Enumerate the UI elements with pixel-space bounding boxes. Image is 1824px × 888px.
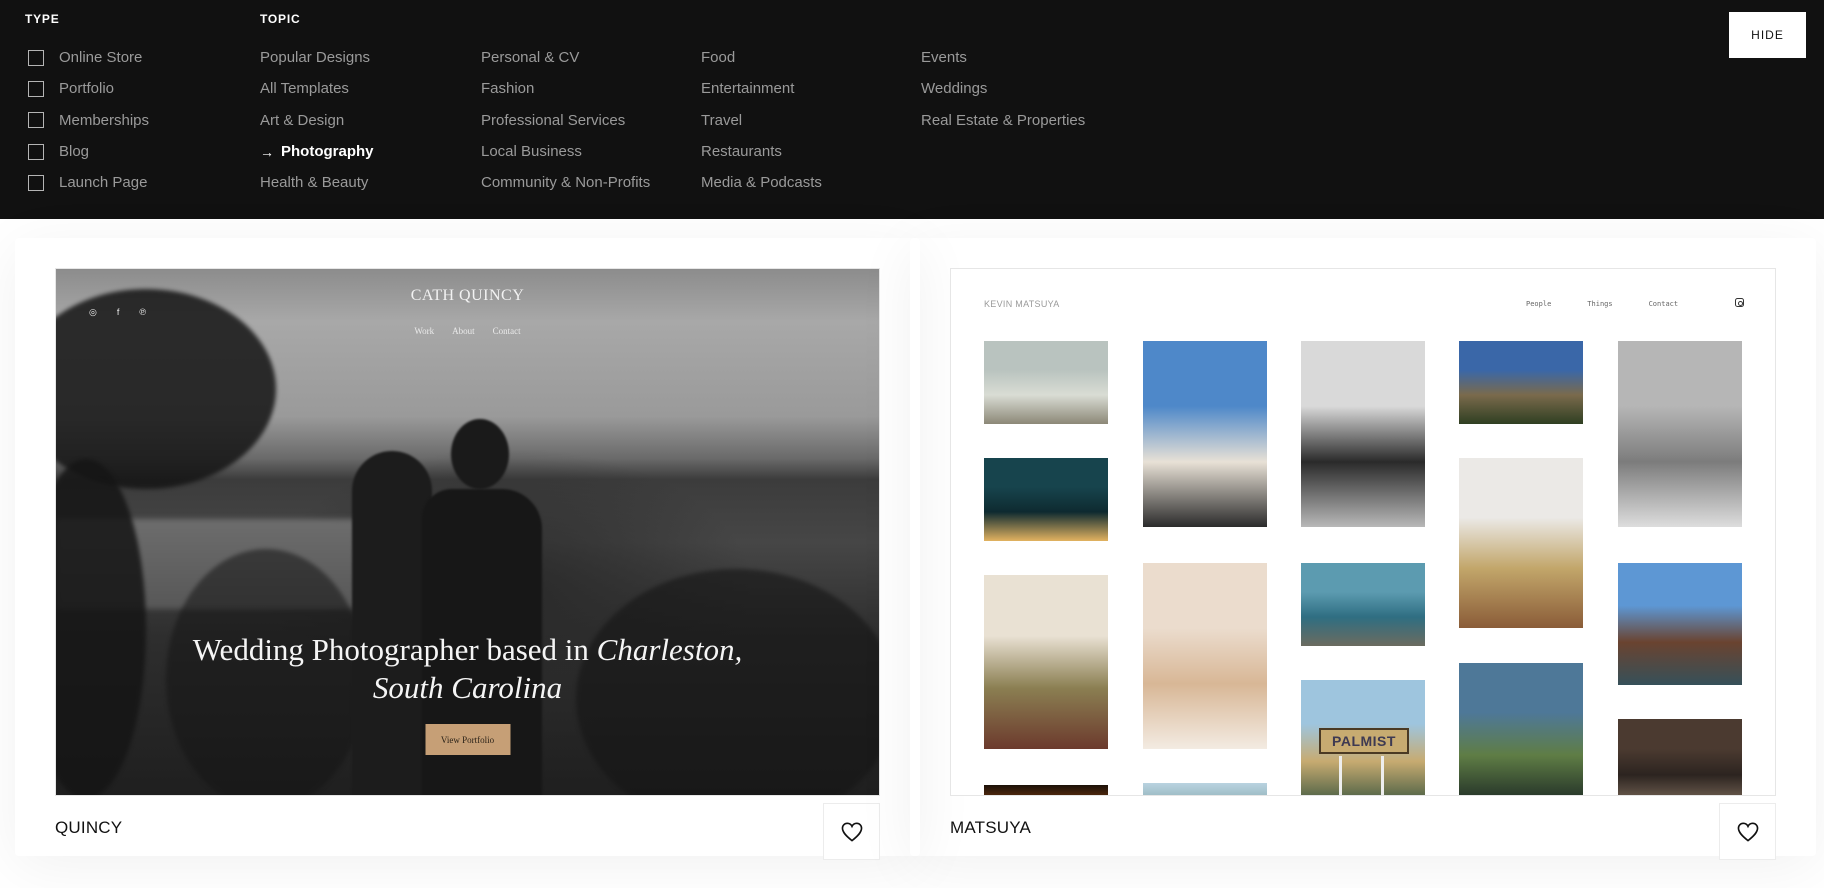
favorite-button[interactable] — [823, 803, 880, 860]
gallery-photo[interactable] — [1301, 563, 1425, 646]
topic-art-design[interactable]: Art & Design — [260, 105, 374, 136]
topic-all-templates[interactable]: All Templates — [260, 73, 374, 104]
template-preview-quincy[interactable]: ◎ f ℗ CATH QUINCY Work About Contact Wed… — [55, 268, 880, 796]
template-card-quincy: ◎ f ℗ CATH QUINCY Work About Contact Wed… — [55, 268, 880, 860]
gallery-photo[interactable] — [984, 341, 1108, 424]
gallery-photo[interactable] — [1618, 719, 1742, 795]
gallery-photo[interactable] — [1143, 783, 1267, 795]
topic-photography[interactable]: → Photography — [260, 136, 374, 167]
topic-column-1: Popular Designs All Templates Art & Desi… — [260, 42, 374, 198]
topic-professional-services[interactable]: Professional Services — [481, 105, 650, 136]
topic-local-business[interactable]: Local Business — [481, 136, 650, 167]
headline-italic: South Carolina — [372, 670, 563, 705]
nav-contact[interactable]: Contact — [493, 326, 521, 336]
gallery-photo[interactable]: PALMIST — [1301, 680, 1425, 795]
checkbox[interactable] — [28, 49, 44, 66]
template-name[interactable]: MATSUYA — [950, 818, 1031, 838]
favorite-button[interactable] — [1719, 803, 1776, 860]
checkbox[interactable] — [28, 174, 44, 191]
checkbox[interactable] — [28, 112, 44, 129]
hide-filters-button[interactable]: HIDE — [1729, 12, 1806, 58]
man-head-silhouette — [451, 419, 509, 489]
topic-weddings[interactable]: Weddings — [921, 73, 1085, 104]
topic-personal-cv[interactable]: Personal & CV — [481, 42, 650, 73]
nav-about[interactable]: About — [452, 326, 475, 336]
sign-pole — [1381, 756, 1384, 795]
site-nav: Work About Contact — [56, 326, 879, 336]
gallery-photo[interactable] — [984, 458, 1108, 541]
instagram-icon[interactable]: ◎ — [89, 307, 97, 318]
checkbox[interactable] — [28, 80, 44, 97]
type-option-label: Blog — [59, 143, 90, 161]
sign-pole — [1339, 756, 1342, 795]
template-preview-matsuya[interactable]: KEVIN MATSUYA People Things Contact PALM… — [950, 268, 1776, 796]
nav-people[interactable]: People — [1526, 300, 1551, 308]
gallery-photo[interactable] — [984, 575, 1108, 749]
topic-column-2: Personal & CV Fashion Professional Servi… — [481, 42, 650, 198]
topic-health-beauty[interactable]: Health & Beauty — [260, 167, 374, 198]
facebook-icon[interactable]: f — [117, 307, 120, 318]
gallery-photo[interactable] — [1459, 458, 1583, 628]
instagram-icon[interactable] — [1735, 298, 1744, 307]
template-filter-panel: TYPE TOPIC Online Store Portfolio Member… — [0, 0, 1824, 219]
headline-text: Wedding Photographer based in — [192, 632, 597, 667]
topic-column-3: Food Entertainment Travel Restaurants Me… — [701, 42, 822, 198]
type-option-online-store[interactable]: Online Store — [28, 42, 149, 73]
topic-entertainment[interactable]: Entertainment — [701, 73, 822, 104]
gallery-photo[interactable] — [1143, 563, 1267, 749]
gallery-photo[interactable] — [1618, 563, 1742, 685]
hero-headline: Wedding Photographer based in Charleston… — [56, 631, 879, 707]
view-portfolio-button[interactable]: View Portfolio — [425, 724, 510, 755]
site-brand: CATH QUINCY — [410, 287, 525, 304]
heart-icon — [841, 822, 862, 842]
type-option-label: Memberships — [59, 111, 150, 129]
topic-food[interactable]: Food — [701, 42, 822, 73]
topic-label: Photography — [281, 143, 374, 161]
site-brand: KEVIN MATSUYA — [984, 299, 1060, 309]
template-card-matsuya: KEVIN MATSUYA People Things Contact PALM… — [950, 268, 1776, 860]
type-option-label: Launch Page — [59, 174, 148, 192]
nav-contact[interactable]: Contact — [1649, 300, 1679, 308]
type-option-label: Online Store — [59, 49, 143, 67]
checkbox[interactable] — [28, 143, 44, 160]
tree-shape — [56, 459, 146, 795]
topic-real-estate-properties[interactable]: Real Estate & Properties — [921, 105, 1085, 136]
topic-community-non-profits[interactable]: Community & Non-Profits — [481, 167, 650, 198]
arrow-right-icon: → — [260, 143, 274, 160]
gallery-photo[interactable] — [1618, 341, 1742, 527]
topic-restaurants[interactable]: Restaurants — [701, 136, 822, 167]
nav-things[interactable]: Things — [1587, 300, 1612, 308]
gallery-photo[interactable] — [984, 785, 1108, 795]
type-filter-list: Online Store Portfolio Memberships Blog … — [28, 42, 149, 198]
gallery-photo[interactable] — [1459, 341, 1583, 424]
topic-events[interactable]: Events — [921, 42, 1085, 73]
type-option-launch-page[interactable]: Launch Page — [28, 167, 149, 198]
palmist-sign: PALMIST — [1319, 728, 1409, 754]
woman-silhouette — [352, 451, 432, 795]
template-name[interactable]: QUINCY — [55, 818, 122, 838]
type-option-memberships[interactable]: Memberships — [28, 105, 149, 136]
type-option-label: Portfolio — [59, 80, 115, 98]
topic-section-label: TOPIC — [260, 12, 301, 26]
social-links: ◎ f ℗ — [89, 307, 146, 318]
heart-icon — [1737, 822, 1758, 842]
type-option-blog[interactable]: Blog — [28, 136, 149, 167]
gallery-photo[interactable] — [1459, 663, 1583, 795]
topic-popular-designs[interactable]: Popular Designs — [260, 42, 374, 73]
gallery-photo[interactable] — [1143, 341, 1267, 527]
topic-column-4: Events Weddings Real Estate & Properties — [921, 42, 1085, 136]
topic-fashion[interactable]: Fashion — [481, 73, 650, 104]
headline-italic: Charleston, — [596, 632, 743, 667]
type-section-label: TYPE — [25, 12, 60, 26]
topic-media-podcasts[interactable]: Media & Podcasts — [701, 167, 822, 198]
type-option-portfolio[interactable]: Portfolio — [28, 73, 149, 104]
site-nav: People Things Contact — [1526, 300, 1678, 308]
topic-travel[interactable]: Travel — [701, 105, 822, 136]
gallery-photo[interactable] — [1301, 341, 1425, 527]
nav-work[interactable]: Work — [414, 326, 434, 336]
pinterest-icon[interactable]: ℗ — [139, 307, 146, 318]
